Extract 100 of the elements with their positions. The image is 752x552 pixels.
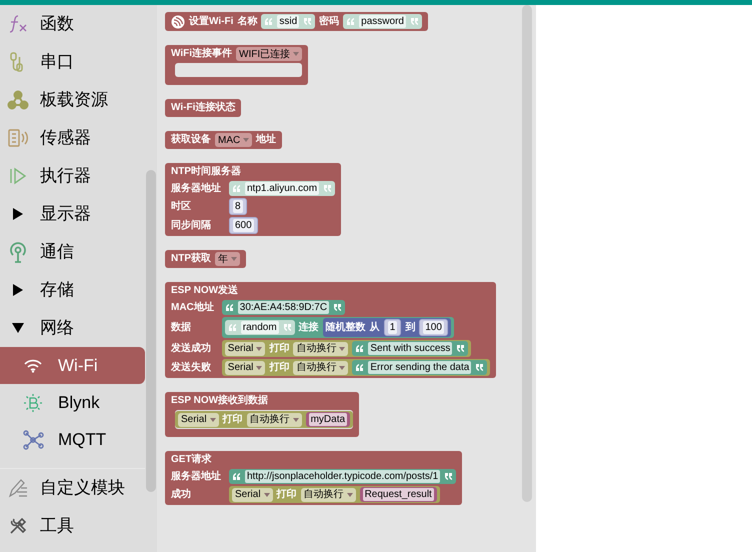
- category-item[interactable]: 网络: [0, 309, 145, 347]
- dropdown-field[interactable]: WIFI已连接: [236, 47, 302, 61]
- block-label: 打印: [276, 488, 297, 502]
- category-item[interactable]: 函数: [0, 5, 145, 43]
- open-quote-icon: [228, 324, 237, 332]
- nodes-icon: [7, 90, 29, 110]
- close-quote-icon: [323, 184, 332, 192]
- category-item[interactable]: 串口: [0, 43, 145, 81]
- value-block[interactable]: NTP获取 年: [165, 250, 246, 268]
- close-quote-icon: [410, 18, 419, 26]
- category-item[interactable]: 通信: [0, 233, 145, 271]
- block-label: Wi-Fi连接状态: [171, 101, 236, 115]
- text-field[interactable]: 1: [388, 321, 398, 334]
- code-block[interactable]: 设置Wi-Fi 名称 ssid 密码 password: [165, 12, 428, 31]
- code-block[interactable]: GET请求 服务器地址 http://jsonplaceholder.typicode.com/posts/1 成功 Serial 打印 自动换行 Request_result: [165, 451, 462, 505]
- text-field[interactable]: Request_result: [362, 488, 434, 501]
- block-label: 地址: [256, 133, 276, 147]
- text-field[interactable]: 100: [423, 321, 444, 334]
- category-item[interactable]: 传感器: [0, 119, 145, 157]
- dropdown-field[interactable]: 自动换行: [293, 342, 348, 356]
- caret-icon: [231, 257, 237, 261]
- open-quote-icon: [355, 344, 364, 352]
- text-field[interactable]: random: [240, 321, 279, 334]
- value-block[interactable]: Wi-Fi连接状态: [165, 99, 242, 117]
- category-item[interactable]: 板载资源: [0, 81, 145, 119]
- dropdown-field[interactable]: 自动换行: [246, 412, 302, 426]
- tools-icon: [8, 516, 28, 536]
- dropdown-field[interactable]: Serial: [178, 412, 219, 426]
- category-item[interactable]: 存储: [0, 271, 145, 309]
- text-field[interactable]: ntp1.aliyun.com: [245, 182, 320, 195]
- block-label: 随机整数: [326, 320, 366, 334]
- block-label: 数据: [171, 320, 192, 334]
- block-label: 设置Wi-Fi: [189, 14, 234, 28]
- dropdown-field[interactable]: Serial: [224, 360, 266, 374]
- block-label: 到: [405, 320, 416, 334]
- text-field[interactable]: http://jsonplaceholder.typicode.com/posts/1: [245, 470, 440, 483]
- caret-icon: [243, 138, 250, 142]
- open-quote-icon: [346, 18, 356, 26]
- value-block[interactable]: 获取设备 MAC 地址: [165, 131, 282, 149]
- scrollbar-thumb[interactable]: [146, 170, 156, 492]
- caret-icon: [210, 418, 216, 422]
- text-field[interactable]: Error sending the data: [368, 361, 472, 374]
- close-quote-icon: [456, 344, 466, 352]
- dropdown-field[interactable]: 自动换行: [293, 360, 348, 374]
- text-field[interactable]: 8: [233, 200, 243, 213]
- block-label: 服务器地址: [171, 470, 221, 484]
- block-label: 发送失败: [171, 360, 212, 374]
- close-quote-icon: [475, 364, 484, 372]
- caret-icon: [256, 366, 262, 370]
- block-label: ESP NOW发送: [171, 284, 238, 298]
- pencil-icon: [7, 477, 29, 499]
- open-quote-icon: [224, 304, 234, 312]
- block-label: 成功: [171, 488, 192, 502]
- dropdown-field[interactable]: 自动换行: [300, 488, 356, 502]
- blynk-icon: [23, 392, 43, 412]
- event-block[interactable]: WiFi连接事件 WIFI已连接: [165, 45, 308, 85]
- text-field[interactable]: Sent with success: [368, 342, 452, 355]
- block-label: 打印: [269, 342, 290, 356]
- dropdown-field[interactable]: Serial: [232, 488, 273, 502]
- caret-icon: [293, 52, 300, 56]
- network-nodes-icon: [22, 430, 44, 450]
- close-quote-icon: [303, 18, 312, 26]
- text-field[interactable]: myData: [308, 413, 348, 426]
- collapsed-arrow-icon: [12, 283, 24, 297]
- text-field[interactable]: 30:AE:A4:58:9D:7C: [238, 301, 330, 314]
- caret-icon: [256, 346, 262, 350]
- close-quote-icon: [333, 304, 342, 312]
- event-block[interactable]: ESP NOW接收到数据 Serial 打印 自动换行 myData: [165, 392, 360, 437]
- text-field[interactable]: ssid: [277, 15, 300, 28]
- scrollbar-thumb[interactable]: [522, 5, 532, 502]
- category-item[interactable]: 自定义模块: [0, 469, 145, 507]
- dropdown-field[interactable]: 年: [215, 252, 240, 266]
- antenna-icon: [7, 241, 29, 263]
- caret-icon: [339, 366, 346, 370]
- dropdown-field[interactable]: MAC: [215, 133, 252, 147]
- caret-icon: [292, 418, 299, 422]
- open-quote-icon: [264, 18, 274, 26]
- category-item[interactable]: 工具: [0, 507, 145, 545]
- open-quote-icon: [355, 364, 364, 372]
- subcategory-item[interactable]: Wi-Fi: [0, 347, 145, 384]
- block-label: NTP获取: [171, 252, 211, 266]
- block-label: MAC地址: [171, 300, 214, 314]
- category-item[interactable]: 执行器: [0, 157, 145, 195]
- block-label: ESP NOW接收到数据: [171, 394, 268, 408]
- dropdown-field[interactable]: Serial: [224, 342, 266, 356]
- block-label: NTP时间服务器: [171, 165, 241, 179]
- text-field[interactable]: 600: [233, 219, 254, 232]
- close-quote-icon: [282, 324, 292, 332]
- category-item[interactable]: 显示器: [0, 195, 145, 233]
- block-label: 密码: [319, 14, 340, 28]
- code-block[interactable]: ESP NOW发送 MAC地址 30:AE:A4:58:9D:7C 数据 random 连接 随机整数 从 1 到 100 发送成功 Serial 打印 自动换行 Sent with success 发送失败 Serial 打印 自动换行 Error sending the data: [165, 282, 496, 378]
- block-label: 时区: [171, 200, 192, 214]
- subcategory-item[interactable]: Blynk: [0, 384, 145, 421]
- chip-logo-icon: [171, 14, 185, 28]
- code-block[interactable]: NTP时间服务器 服务器地址 ntp1.aliyun.com 时区 8 同步间隔 600: [165, 163, 342, 236]
- play-icon: [8, 166, 28, 186]
- text-field[interactable]: password: [359, 15, 406, 28]
- block-label: 服务器地址: [171, 182, 221, 196]
- block-label: 名称: [237, 14, 258, 28]
- subcategory-item[interactable]: MQTT: [0, 421, 145, 458]
